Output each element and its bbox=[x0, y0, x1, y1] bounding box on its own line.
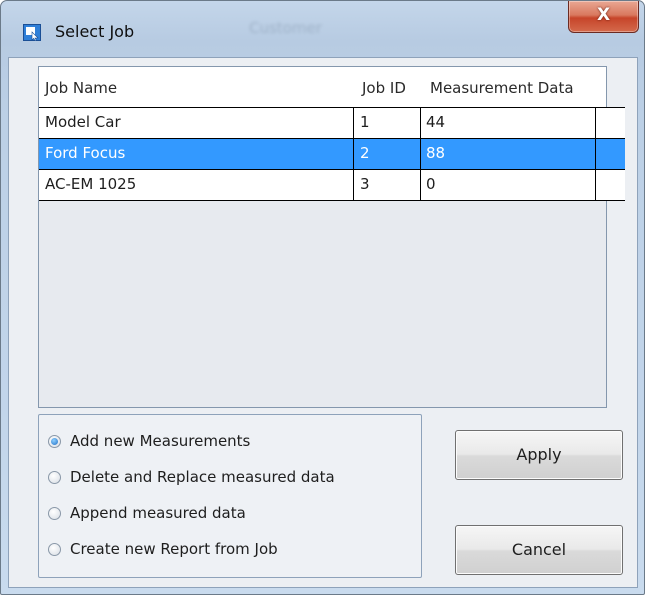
table-row-selected[interactable]: Ford Focus 2 88 bbox=[39, 138, 625, 169]
radio-button[interactable] bbox=[48, 543, 61, 556]
cell-job-id: 3 bbox=[360, 175, 370, 193]
app-icon bbox=[23, 24, 41, 41]
cell-job-name: Model Car bbox=[45, 113, 121, 131]
option-label: Append measured data bbox=[70, 504, 246, 522]
radio-button[interactable] bbox=[48, 507, 61, 520]
close-button[interactable]: X bbox=[568, 1, 639, 33]
window-title: Select Job bbox=[55, 22, 135, 41]
cell-measurement-data: 0 bbox=[426, 175, 436, 193]
title-bar[interactable]: Select Job Customer X bbox=[1, 1, 644, 57]
cancel-button[interactable]: Cancel bbox=[455, 525, 623, 575]
job-action-options: Add new Measurements Delete and Replace … bbox=[38, 414, 422, 578]
option-label: Add new Measurements bbox=[70, 432, 251, 450]
cell-measurement-data: 44 bbox=[426, 113, 446, 131]
apply-button[interactable]: Apply bbox=[455, 430, 623, 480]
table-row[interactable]: Model Car 1 44 bbox=[39, 107, 625, 138]
background-window-ghost-text: Customer bbox=[249, 19, 322, 37]
option-label: Create new Report from Job bbox=[70, 540, 278, 558]
radio-button-checked[interactable] bbox=[48, 435, 61, 448]
option-label: Delete and Replace measured data bbox=[70, 468, 335, 486]
table-row[interactable]: AC-EM 1025 3 0 bbox=[39, 169, 625, 201]
select-job-dialog: Select Job Customer X Job Name Job ID Me… bbox=[0, 0, 645, 595]
close-icon: X bbox=[596, 5, 611, 25]
cell-measurement-data: 88 bbox=[426, 144, 446, 162]
cell-job-id: 2 bbox=[360, 144, 370, 162]
cell-job-name: Ford Focus bbox=[45, 144, 126, 162]
dialog-client-area: Job Name Job ID Measurement Data Model C… bbox=[8, 57, 638, 588]
job-grid[interactable]: Job Name Job ID Measurement Data Model C… bbox=[38, 66, 625, 408]
grid-header: Job Name Job ID Measurement Data bbox=[39, 67, 606, 108]
cell-job-id: 1 bbox=[360, 113, 370, 131]
cell-job-name: AC-EM 1025 bbox=[45, 175, 137, 193]
radio-button[interactable] bbox=[48, 471, 61, 484]
column-header-job-name[interactable]: Job Name bbox=[45, 79, 117, 97]
column-header-job-id[interactable]: Job ID bbox=[362, 79, 406, 97]
column-header-measurement-data[interactable]: Measurement Data bbox=[430, 79, 574, 97]
